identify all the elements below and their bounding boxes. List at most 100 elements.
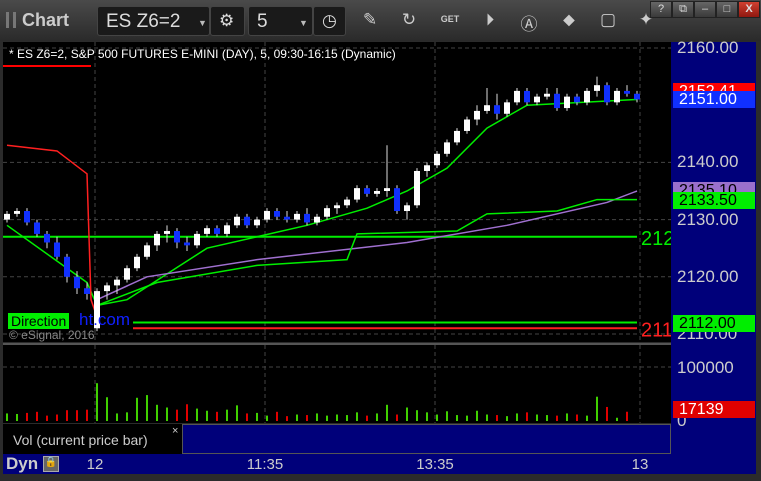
interval-value: 5 [257, 11, 268, 32]
candle [4, 213, 10, 220]
candle [154, 233, 160, 246]
y-tick-label: 2140.00 [677, 152, 739, 172]
app-title: Chart [22, 10, 70, 30]
candle [84, 288, 90, 294]
candle [534, 96, 540, 103]
y-tick-label: 2160.00 [677, 38, 739, 57]
y-tick-label: 2130.00 [677, 209, 739, 229]
candle [304, 213, 310, 223]
candle [564, 96, 570, 109]
candle [504, 102, 510, 114]
maximize-button[interactable]: □ [716, 1, 738, 18]
copyright: © eSignal, 2016 [9, 328, 95, 342]
watermark-suffix: ht.com [79, 310, 131, 329]
candle [624, 90, 630, 94]
indicator-line [96, 190, 638, 301]
candle [254, 219, 260, 226]
candle [224, 225, 230, 234]
pencil-icon[interactable]: ✎ [360, 10, 380, 30]
candle [44, 233, 50, 243]
drag-handle[interactable] [6, 12, 16, 28]
alert-icon[interactable]: Ⓐ [519, 10, 539, 35]
candle [274, 211, 280, 217]
indicator-line [96, 198, 637, 307]
candle [464, 119, 470, 131]
price-chart[interactable]: 212 211 * ES Z6=2, S&P 500 FUTURES E-MINI… [3, 42, 671, 342]
title-bar: Chart ES Z6=2 ▼ ⚙ 5 ▼ ◷ ✎ ↻ GET ⏵ Ⓐ ⬥ ▢ ✦ … [0, 0, 761, 41]
candle [284, 216, 290, 220]
candle [584, 90, 590, 103]
minimize-button[interactable]: – [694, 1, 716, 18]
candle [484, 105, 490, 111]
time-axis[interactable]: Dyn 🔒 12 11:35 13:35 13 [3, 454, 756, 474]
indicator-line [6, 98, 638, 307]
candle [374, 191, 380, 194]
help-button[interactable]: ? [650, 1, 672, 18]
candle [454, 130, 460, 143]
candle [264, 211, 270, 220]
candle [194, 233, 200, 246]
candle [544, 93, 550, 97]
header-underline [3, 65, 91, 67]
candle [554, 93, 560, 109]
candle [394, 188, 400, 212]
candle [524, 90, 530, 103]
interval-input[interactable]: 5 ▼ [248, 6, 313, 36]
lock-icon[interactable]: 🔒 [43, 456, 59, 472]
settings-button[interactable]: ⚙ [210, 6, 245, 36]
candle [384, 188, 390, 191]
get-icon[interactable]: GET [440, 14, 460, 24]
x-tick-label: 12 [86, 456, 104, 473]
volume-tick-label: 100000 [677, 358, 734, 377]
candle [164, 231, 170, 234]
candle [514, 90, 520, 103]
candle [474, 110, 480, 120]
candle [594, 85, 600, 91]
candle [214, 228, 220, 234]
close-study-icon[interactable]: × [172, 425, 178, 437]
price-tag: 2151.00 [673, 91, 755, 109]
candle [114, 279, 120, 286]
candle [64, 256, 70, 277]
comment-icon[interactable]: ▢ [598, 10, 618, 30]
candle [54, 242, 60, 257]
candle [14, 211, 20, 214]
candle [434, 153, 440, 166]
candle [204, 228, 210, 234]
chevron-down-icon: ▼ [198, 18, 207, 28]
candle [634, 93, 640, 100]
candle [104, 285, 110, 292]
candle [344, 199, 350, 206]
close-button[interactable]: X [738, 1, 760, 18]
symbol-input[interactable]: ES Z6=2 ▼ [97, 6, 210, 36]
price-tag: 2112.00 [673, 314, 755, 332]
candle [184, 242, 190, 246]
x-tick-label: 13 [631, 456, 649, 473]
candle [234, 216, 240, 226]
candle [144, 245, 150, 257]
candle [494, 105, 500, 114]
candle [34, 222, 40, 234]
candle [124, 268, 130, 280]
x-tick-label: 13:35 [416, 456, 454, 473]
candle [24, 211, 30, 223]
restore-button[interactable]: ⧉ [672, 1, 694, 18]
candle [414, 170, 420, 206]
link-icon[interactable]: ⬥ [559, 10, 579, 30]
candle [134, 256, 140, 269]
x-tick-label: 11:35 [246, 456, 284, 473]
candle [324, 208, 330, 217]
candle [294, 213, 300, 220]
play-icon[interactable]: ⏵ [480, 10, 500, 30]
refresh-icon[interactable]: ↻ [399, 10, 419, 30]
settings-icon: ⚙ [219, 11, 235, 30]
volume-pane[interactable] [3, 343, 671, 423]
indicator-line [6, 144, 98, 318]
clock-icon: ◷ [322, 11, 337, 30]
price-axis[interactable]: 2160.002140.002130.002120.002110.002152.… [671, 38, 756, 473]
candle [424, 165, 430, 171]
clock-button[interactable]: ◷ [313, 6, 346, 36]
candle [244, 216, 250, 226]
study-panel [182, 424, 671, 454]
candle [574, 96, 580, 103]
